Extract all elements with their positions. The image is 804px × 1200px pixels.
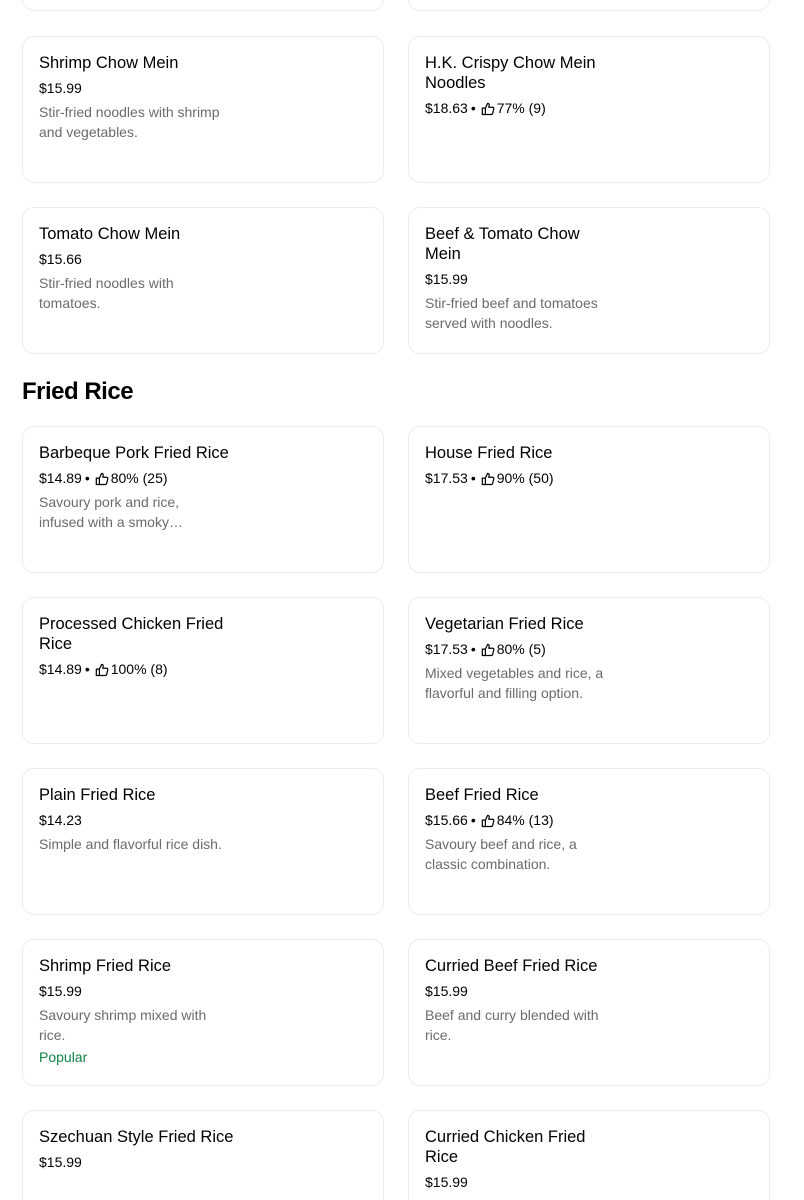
item-description: Simple and flavorful rice dish. <box>39 836 222 852</box>
item-description: Beef and curry blended with rice. <box>425 1007 599 1043</box>
item-price: $14.89 <box>39 470 82 486</box>
menu-item-card[interactable] <box>408 0 770 11</box>
item-description: Stir-fried noodles with shrimp and veget… <box>39 104 220 140</box>
item-price-row: $15.99 <box>39 981 367 1001</box>
thumbs-up-icon <box>95 662 109 677</box>
item-name: Plain Fried Rice <box>39 786 156 804</box>
separator-dot: • <box>84 470 90 486</box>
item-price-row: $14.89 • 100% (8) <box>39 659 367 679</box>
item-price: $15.99 <box>425 983 468 999</box>
item-price: $15.66 <box>425 812 468 828</box>
item-rating: 90% (50) <box>496 470 554 486</box>
menu-item-card[interactable]: Curried Chicken Fried Rice $15.99 <box>408 1110 770 1200</box>
thumbs-up-icon <box>481 642 495 657</box>
item-price-row: $15.99 <box>425 1172 753 1192</box>
item-name: Beef & Tomato Chow Mein <box>425 225 580 263</box>
item-price: $15.99 <box>39 1154 82 1170</box>
section-title: Fried Rice <box>22 378 134 405</box>
item-rating: 80% (25) <box>110 470 168 486</box>
item-rating: 84% (13) <box>496 812 554 828</box>
item-price: $15.99 <box>39 80 82 96</box>
item-price: $15.99 <box>425 271 468 287</box>
item-name: Vegetarian Fried Rice <box>425 615 584 633</box>
item-name: Shrimp Fried Rice <box>39 957 172 975</box>
thumbs-up-icon <box>95 471 109 486</box>
menu-item-card[interactable]: Processed Chicken Fried Rice $14.89 • 10… <box>22 597 384 744</box>
item-rating: 77% (9) <box>496 100 546 116</box>
menu-item-card[interactable]: House Fried Rice $17.53 • 90% (50) <box>408 426 770 573</box>
item-price: $14.89 <box>39 661 82 677</box>
item-price: $15.66 <box>39 251 82 267</box>
menu-item-card[interactable]: Shrimp Chow Mein $15.99 Stir-fried noodl… <box>22 36 384 183</box>
item-price-row: $18.63 • 77% (9) <box>425 98 753 118</box>
item-price: $17.53 <box>425 470 468 486</box>
item-price: $15.99 <box>425 1174 468 1190</box>
item-name: Barbeque Pork Fried Rice <box>39 444 229 462</box>
item-name: House Fried Rice <box>425 444 553 462</box>
menu-item-card[interactable]: Barbeque Pork Fried Rice $14.89 • 80% (2… <box>22 426 384 573</box>
menu-item-card[interactable]: Beef & Tomato Chow Mein $15.99 Stir-frie… <box>408 207 770 354</box>
thumbs-up-icon <box>481 471 495 486</box>
item-price: $18.63 <box>425 100 468 116</box>
item-description: Savoury shrimp mixed with rice. <box>39 1007 207 1043</box>
item-price-row: $14.89 • 80% (25) <box>39 468 367 488</box>
item-rating: 80% (5) <box>496 641 546 657</box>
item-price-row: $15.99 <box>425 269 753 289</box>
item-name: Tomato Chow Mein <box>39 225 181 243</box>
item-price: $17.53 <box>425 641 468 657</box>
item-name: Shrimp Chow Mein <box>39 54 179 72</box>
item-name: Curried Beef Fried Rice <box>425 957 598 975</box>
separator-dot: • <box>84 661 90 677</box>
item-price-row: $15.99 <box>425 981 753 1001</box>
item-description: Stir-fried beef and tomatoes served with… <box>425 295 598 331</box>
separator-dot: • <box>470 100 476 116</box>
thumbs-up-icon <box>481 813 495 828</box>
menu-item-card[interactable]: H.K. Crispy Chow Mein Noodles $18.63 • 7… <box>408 36 770 183</box>
item-description: Savoury pork and rice, infused with a sm… <box>39 494 183 530</box>
separator-dot: • <box>470 812 476 828</box>
menu-item-card[interactable]: Curried Beef Fried Rice $15.99 Beef and … <box>408 939 770 1086</box>
item-price: $15.99 <box>39 983 82 999</box>
item-price: $14.23 <box>39 812 82 828</box>
separator-dot: • <box>470 641 476 657</box>
item-price-row: $15.99 <box>39 78 367 98</box>
menu-item-card[interactable]: Beef Fried Rice $15.66 • 84% (13) Savour… <box>408 768 770 915</box>
menu-item-card[interactable]: Shrimp Fried Rice $15.99 Savoury shrimp … <box>22 939 384 1086</box>
item-price-row: $15.66 <box>39 249 367 269</box>
item-name: Curried Chicken Fried Rice <box>425 1128 586 1166</box>
item-name: Beef Fried Rice <box>425 786 539 804</box>
item-rating: 100% (8) <box>110 661 168 677</box>
item-name: H.K. Crispy Chow Mein Noodles <box>425 54 596 92</box>
item-price-row: $15.66 • 84% (13) <box>425 810 753 830</box>
menu-item-card[interactable] <box>22 0 384 11</box>
item-name: Processed Chicken Fried Rice <box>39 615 224 653</box>
thumbs-up-icon <box>481 101 495 116</box>
menu-item-card[interactable]: Vegetarian Fried Rice $17.53 • 80% (5) M… <box>408 597 770 744</box>
item-price-row: $14.23 <box>39 810 367 830</box>
item-name: Szechuan Style Fried Rice <box>39 1128 234 1146</box>
item-description: Stir-fried noodles with tomatoes. <box>39 275 174 311</box>
item-price-row: $17.53 • 80% (5) <box>425 639 753 659</box>
menu-item-card[interactable]: Plain Fried Rice $14.23 Simple and flavo… <box>22 768 384 915</box>
menu-item-card[interactable]: Szechuan Style Fried Rice $15.99 <box>22 1110 384 1200</box>
popular-badge: Popular <box>39 1049 88 1065</box>
separator-dot: • <box>470 470 476 486</box>
item-description: Mixed vegetables and rice, a flavorful a… <box>425 665 604 701</box>
menu-item-card[interactable]: Tomato Chow Mein $15.66 Stir-fried noodl… <box>22 207 384 354</box>
item-price-row: $15.99 <box>39 1152 367 1172</box>
item-description: Savoury beef and rice, a classic combina… <box>425 836 577 872</box>
item-price-row: $17.53 • 90% (50) <box>425 468 753 488</box>
